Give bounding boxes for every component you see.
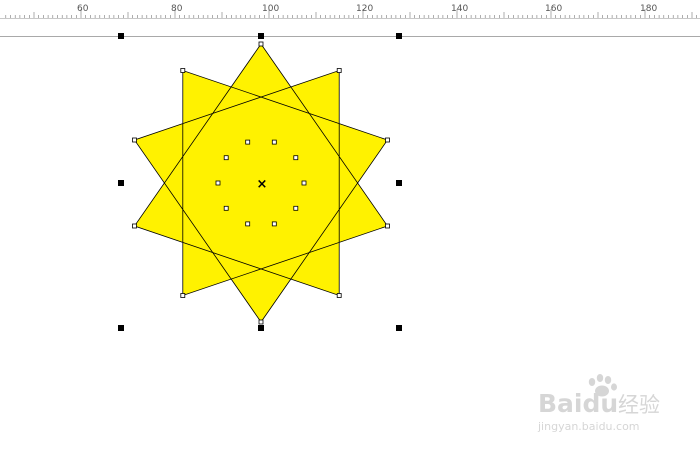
star-node[interactable] [223,205,229,211]
svg-text:Baidu: Baidu [538,389,618,418]
rotation-center-icon[interactable]: × [257,177,268,192]
handle-top-left[interactable] [118,33,124,39]
star-node[interactable] [258,319,264,325]
star-node[interactable] [385,223,390,229]
baidu-watermark: Baidu 经验 jingyan.baidu.com [537,374,660,433]
star-node[interactable] [271,139,277,145]
handle-bottom-left[interactable] [118,325,124,331]
star-node[interactable] [245,221,251,227]
star-node[interactable] [180,68,186,73]
handle-middle-left[interactable] [118,180,124,186]
star-node[interactable] [301,180,307,186]
star-node[interactable] [385,137,390,143]
star-node[interactable] [293,155,299,161]
star-node[interactable] [336,68,342,73]
handle-bottom-right[interactable] [396,325,402,331]
handle-top-center[interactable] [258,33,264,39]
watermark-brand-tail: du [583,389,619,418]
star-node[interactable] [271,221,277,227]
star-node[interactable] [132,223,137,229]
handle-top-right[interactable] [396,33,402,39]
star-node[interactable] [215,180,221,186]
star-node[interactable] [258,41,264,47]
star-node[interactable] [293,205,299,211]
handle-bottom-center[interactable] [258,325,264,331]
star-node[interactable] [223,155,229,161]
star-node[interactable] [245,139,251,145]
star-node[interactable] [132,137,137,143]
watermark-product: 经验 [618,393,660,417]
star-node[interactable] [180,293,186,298]
handle-middle-right[interactable] [396,180,402,186]
star-node[interactable] [336,293,342,298]
watermark-url: jingyan.baidu.com [537,420,640,433]
watermark-brand: Bai [538,389,583,418]
